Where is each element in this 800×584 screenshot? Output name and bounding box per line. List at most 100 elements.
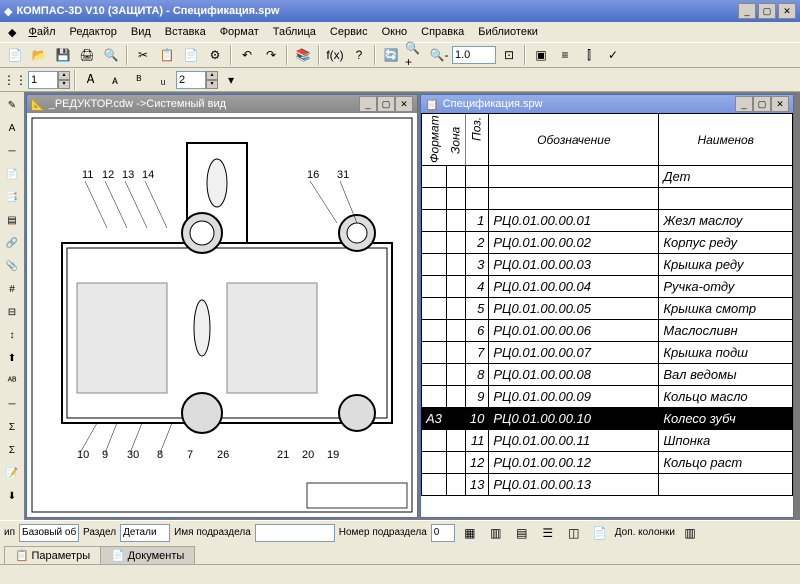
- side-form-button[interactable]: ▤: [1, 209, 23, 231]
- text-style2-button[interactable]: ᴮ: [128, 69, 150, 91]
- spec-min-button[interactable]: _: [735, 96, 753, 112]
- drawing-canvas[interactable]: 11121314 1631 10930 8726 212019: [27, 113, 417, 517]
- side-number-button[interactable]: #: [1, 278, 23, 300]
- bottom-list-button[interactable]: ☰: [537, 522, 559, 544]
- side-sort-button[interactable]: ↕: [1, 324, 23, 346]
- table-row[interactable]: 3РЦ0.01.00.00.03Крышка реду: [422, 254, 793, 276]
- zoom-out-button[interactable]: 🔍-: [428, 44, 450, 66]
- section-up[interactable]: ▴: [206, 71, 218, 80]
- subname-combo[interactable]: [255, 524, 335, 542]
- spec-max-button[interactable]: ▢: [753, 96, 771, 112]
- side-arrow-down-button[interactable]: ⬇: [1, 485, 23, 507]
- page-up[interactable]: ▴: [58, 71, 70, 80]
- tab-docs[interactable]: 📄 Документы: [100, 546, 195, 564]
- bottom-doc-button[interactable]: 📄: [589, 522, 611, 544]
- zoom-in-button[interactable]: 🔍+: [404, 44, 426, 66]
- minimize-button[interactable]: _: [738, 3, 756, 19]
- side-text-button[interactable]: A: [1, 117, 23, 139]
- undo-button[interactable]: ↶: [236, 44, 258, 66]
- text-style3-button[interactable]: ᵤ: [152, 69, 174, 91]
- side-sum2-button[interactable]: Σ: [1, 439, 23, 461]
- spec-close-button[interactable]: ✕: [771, 96, 789, 112]
- bottom-grid3-button[interactable]: ▤: [511, 522, 533, 544]
- dropdown-button[interactable]: ▾: [220, 69, 242, 91]
- variables-button[interactable]: f(x): [324, 44, 346, 66]
- drawing-close-button[interactable]: ✕: [395, 96, 413, 112]
- close-button[interactable]: ✕: [778, 3, 796, 19]
- window-arrange-button[interactable]: ✓: [602, 44, 624, 66]
- drawing-titlebar[interactable]: 📐 _РЕДУКТОР.cdw ->Системный вид _ ▢ ✕: [27, 95, 417, 113]
- side-edit-button[interactable]: ✎: [1, 94, 23, 116]
- properties-button[interactable]: ⚙: [204, 44, 226, 66]
- menu-help[interactable]: Справка: [415, 24, 470, 40]
- print-button[interactable]: 🖨: [76, 44, 98, 66]
- table-row[interactable]: 1РЦ0.01.00.00.01Жезл маслоу: [422, 210, 793, 232]
- menu-file[interactable]: Файл: [22, 24, 61, 40]
- page-down[interactable]: ▾: [58, 80, 70, 89]
- side-sum-button[interactable]: Σ: [1, 416, 23, 438]
- side-link-button[interactable]: 🔗: [1, 232, 23, 254]
- table-row[interactable]: 6РЦ0.01.00.00.06Маслосливн: [422, 320, 793, 342]
- drawing-min-button[interactable]: _: [359, 96, 377, 112]
- bottom-geom-button[interactable]: ◫: [563, 522, 585, 544]
- side-note-button[interactable]: 📝: [1, 462, 23, 484]
- menu-service[interactable]: Сервис: [324, 24, 374, 40]
- table-row[interactable]: 12РЦ0.01.00.00.12Кольцо раст: [422, 452, 793, 474]
- type-combo[interactable]: [19, 524, 79, 542]
- spec-content[interactable]: Формат Зона Поз. Обозначение Наименов Де…: [421, 113, 793, 517]
- zoom-input[interactable]: [452, 46, 496, 64]
- bottom-extra-button[interactable]: ▥: [679, 522, 701, 544]
- zoom-fit-button[interactable]: ⊡: [498, 44, 520, 66]
- window-tile-h-button[interactable]: ≡: [554, 44, 576, 66]
- table-row[interactable]: 2РЦ0.01.00.00.02Корпус реду: [422, 232, 793, 254]
- table-row[interactable]: Дет: [422, 166, 793, 188]
- text-tool-button[interactable]: Ꭺ: [80, 69, 102, 91]
- section-input[interactable]: [176, 71, 206, 89]
- side-arrow-up-button[interactable]: ⬆: [1, 347, 23, 369]
- redo-button[interactable]: ↷: [260, 44, 282, 66]
- side-abc-button[interactable]: ᴬᴮ: [1, 370, 23, 392]
- side-add-button[interactable]: 📑: [1, 186, 23, 208]
- menu-table[interactable]: Таблица: [267, 24, 322, 40]
- drawing-max-button[interactable]: ▢: [377, 96, 395, 112]
- new-button[interactable]: 📄: [4, 44, 26, 66]
- refresh-button[interactable]: 🔄: [380, 44, 402, 66]
- menu-format[interactable]: Формат: [214, 24, 265, 40]
- copy-button[interactable]: 📋: [156, 44, 178, 66]
- menu-edit[interactable]: Редактор: [64, 24, 123, 40]
- tab-params[interactable]: 📋 Параметры: [4, 546, 101, 564]
- preview-button[interactable]: 🔍: [100, 44, 122, 66]
- table-row[interactable]: 7РЦ0.01.00.00.07Крышка подш: [422, 342, 793, 364]
- help-button[interactable]: ?: [348, 44, 370, 66]
- menu-libraries[interactable]: Библиотеки: [472, 24, 544, 40]
- menu-view[interactable]: Вид: [125, 24, 157, 40]
- side-new-doc-button[interactable]: 📄: [1, 163, 23, 185]
- section-combo[interactable]: [120, 524, 170, 542]
- table-row[interactable]: 8РЦ0.01.00.00.08Вал ведомы: [422, 364, 793, 386]
- table-row[interactable]: 5РЦ0.01.00.00.05Крышка смотр: [422, 298, 793, 320]
- window-cascade-button[interactable]: ▣: [530, 44, 552, 66]
- table-row[interactable]: 9РЦ0.01.00.00.09Кольцо масло: [422, 386, 793, 408]
- open-button[interactable]: 📂: [28, 44, 50, 66]
- paste-button[interactable]: 📄: [180, 44, 202, 66]
- subnum-input[interactable]: [431, 524, 455, 542]
- save-button[interactable]: 💾: [52, 44, 74, 66]
- table-row[interactable]: 13РЦ0.01.00.00.13: [422, 474, 793, 496]
- window-tile-v-button[interactable]: ⫿: [578, 44, 600, 66]
- section-down[interactable]: ▾: [206, 80, 218, 89]
- cut-button[interactable]: ✂: [132, 44, 154, 66]
- page-input[interactable]: [28, 71, 58, 89]
- app-menu-icon[interactable]: ◆: [4, 26, 20, 39]
- text-style1-button[interactable]: ᴀ: [104, 69, 126, 91]
- menu-insert[interactable]: Вставка: [159, 24, 212, 40]
- spec-titlebar[interactable]: 📋 Спецификация.spw _ ▢ ✕: [421, 95, 793, 113]
- bottom-grid1-button[interactable]: ▦: [459, 522, 481, 544]
- spec-table[interactable]: Формат Зона Поз. Обозначение Наименов Де…: [421, 113, 793, 496]
- page-spinner[interactable]: ▴▾: [28, 71, 70, 89]
- side-tree-button[interactable]: ⊟: [1, 301, 23, 323]
- maximize-button[interactable]: ▢: [758, 3, 776, 19]
- libraries-button[interactable]: 📚: [292, 44, 314, 66]
- bottom-grid2-button[interactable]: ▥: [485, 522, 507, 544]
- menu-window[interactable]: Окно: [376, 24, 414, 40]
- table-row[interactable]: А310РЦ0.01.00.00.10Колесо зубч: [422, 408, 793, 430]
